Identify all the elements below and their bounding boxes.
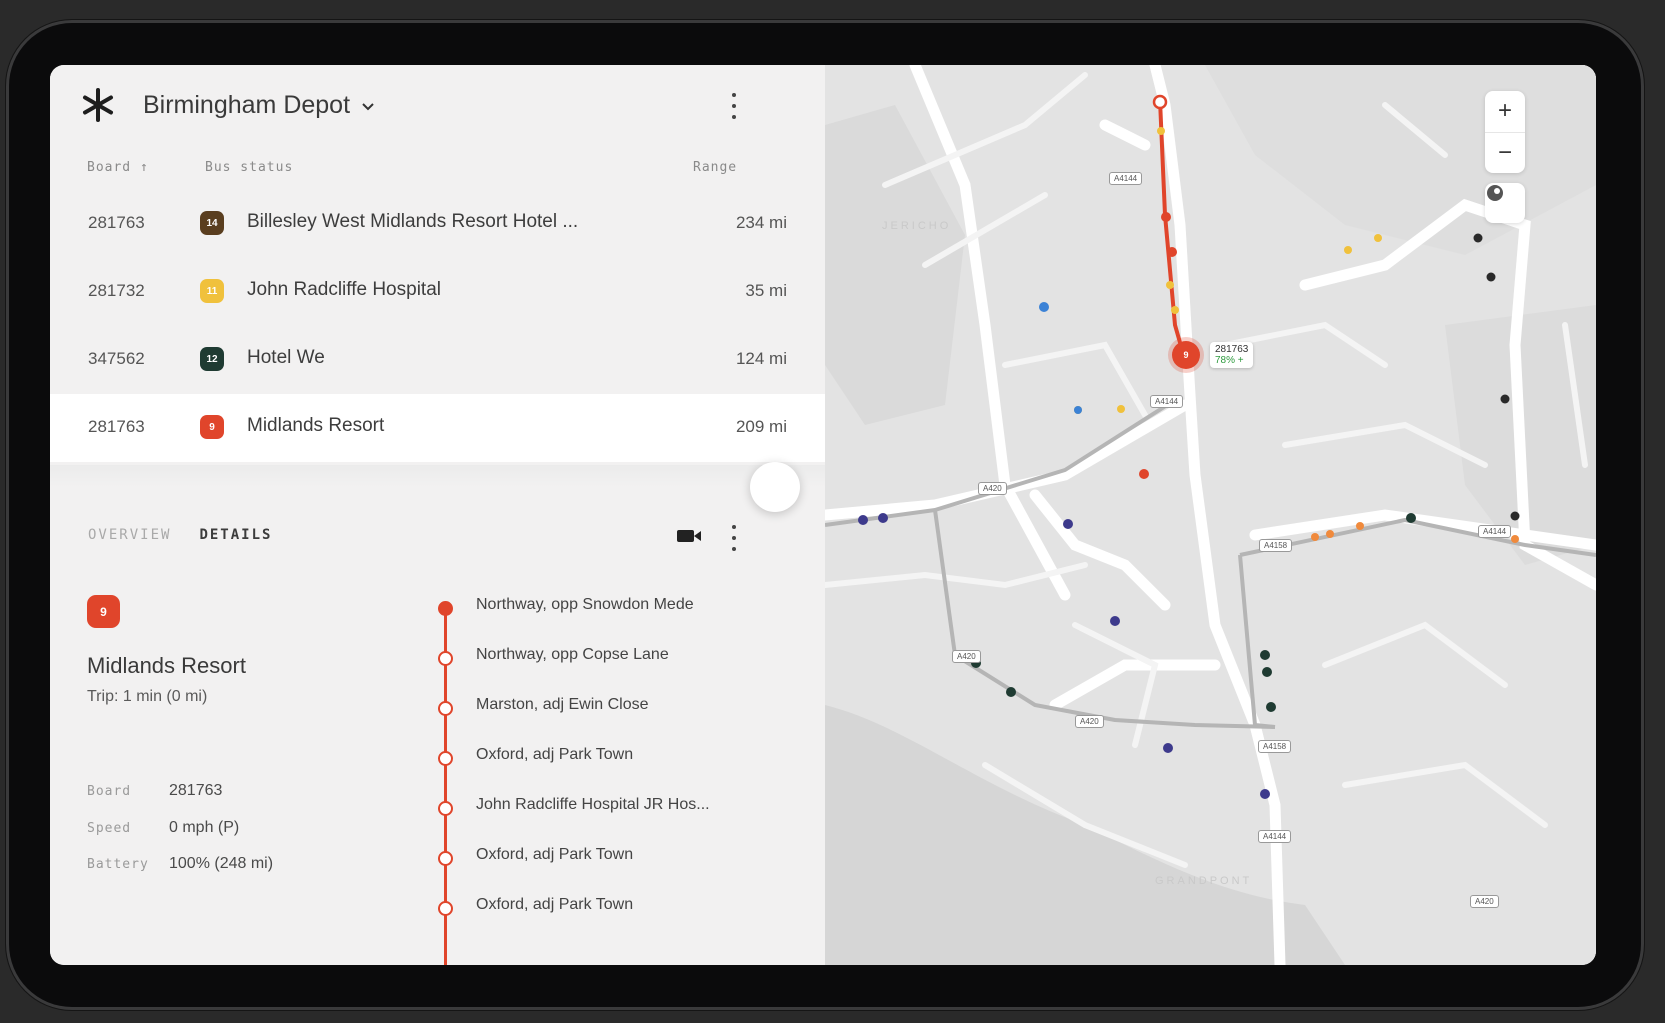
section-divider: [50, 465, 825, 487]
board-number: 347562: [88, 349, 145, 368]
stop-dot: [438, 701, 453, 716]
speed-value: 0 mph (P): [169, 819, 240, 836]
stop-dot: [438, 651, 453, 666]
board-info: Board 281763: [87, 782, 222, 800]
stop-name: Oxford, adj Park Town: [476, 846, 634, 863]
range-value: 234 mi: [735, 213, 787, 232]
stop-item[interactable]: Northway, opp Copse Lane: [430, 643, 825, 673]
column-header-board[interactable]: Board ↑: [87, 160, 149, 175]
stop-item[interactable]: Marston, adj Ewin Close: [430, 693, 825, 723]
bus-row[interactable]: 281732 11 John Radcliffe Hospital 35 mi: [50, 258, 825, 326]
stop-current-dot: [438, 601, 453, 616]
road-label: A4144: [1258, 830, 1292, 843]
speed-label: Speed: [87, 821, 132, 836]
trip-destination-title: Midlands Resort: [87, 653, 246, 678]
video-camera-icon[interactable]: [676, 528, 702, 544]
left-panel: Birmingham Depot Board ↑ Bus status Rang…: [50, 65, 825, 965]
stop-dot: [438, 801, 453, 816]
tab-details[interactable]: DETAILS: [199, 527, 272, 543]
bus-row[interactable]: 281763 14 Billesley West Midlands Resort…: [50, 190, 825, 258]
destination: John Radcliffe Hospital: [247, 279, 441, 300]
road-label: A420: [978, 482, 1007, 495]
stop-name: Northway, opp Snowdon Mede: [476, 596, 694, 613]
route-badge: 14: [200, 211, 224, 235]
route-badge: 12: [200, 347, 224, 371]
stop-item[interactable]: Oxford, adj Park Town: [430, 893, 825, 923]
column-header-bus-status[interactable]: Bus status: [205, 160, 293, 175]
road-label: A4144: [1478, 525, 1512, 538]
bus-callout[interactable]: 281763 78% +: [1210, 342, 1254, 368]
stop-name: Marston, adj Ewin Close: [476, 696, 649, 713]
route-badge: 11: [200, 279, 224, 303]
range-value: 209 mi: [735, 417, 787, 436]
bus-row[interactable]: 347562 12 Hotel We 124 mi: [50, 326, 825, 394]
zoom-out-button[interactable]: −: [1485, 133, 1525, 174]
header: Birmingham Depot: [50, 65, 825, 145]
range-value: 35 mi: [745, 281, 787, 300]
area-label: JERICHO: [882, 220, 952, 232]
stop-item[interactable]: Oxford, adj Park Town: [430, 843, 825, 873]
speed-info: Speed 0 mph (P): [87, 819, 239, 837]
bus-callout-battery: 78% +: [1215, 355, 1244, 366]
stop-dot: [438, 901, 453, 916]
map-canvas: [825, 65, 1596, 965]
bus-callout-id: 281763: [1215, 344, 1249, 355]
bus-row-selected[interactable]: 281763 9 Midlands Resort 209 mi: [50, 394, 825, 462]
bus-location-marker[interactable]: 9: [1172, 341, 1200, 369]
route-badge-large: 9: [87, 595, 120, 628]
asterisk-logo-icon: [83, 88, 113, 122]
road-label: A420: [1470, 895, 1499, 908]
zoom-controls: + −: [1485, 91, 1525, 173]
stop-name: Oxford, adj Park Town: [476, 746, 634, 763]
stop-item[interactable]: John Radcliffe Hospital JR Hos...: [430, 793, 825, 823]
destination: Hotel We: [247, 347, 325, 368]
detail-more-options-icon[interactable]: [730, 525, 738, 551]
zoom-in-button[interactable]: +: [1485, 91, 1525, 133]
depot-selector[interactable]: Birmingham Depot: [143, 91, 376, 120]
chevron-down-icon: [362, 102, 374, 110]
road-label: A4158: [1259, 539, 1293, 552]
range-value: 124 mi: [735, 349, 787, 368]
stop-timeline: Northway, opp Snowdon Mede Northway, opp…: [430, 593, 825, 965]
destination: Midlands Resort: [247, 415, 385, 436]
destination: Billesley West Midlands Resort Hotel ...: [247, 211, 579, 232]
stop-dot: [438, 751, 453, 766]
layers-button[interactable]: [1485, 183, 1525, 223]
more-options-icon[interactable]: [730, 93, 738, 119]
battery-value: 100% (248 mi): [169, 855, 274, 872]
layers-icon: [1487, 185, 1503, 201]
board-value: 281763: [169, 782, 223, 799]
bus-list: 281763 14 Billesley West Midlands Resort…: [50, 190, 825, 462]
road-label: A4144: [1150, 395, 1184, 408]
board-number: 281763: [88, 417, 145, 436]
column-header-range[interactable]: Range: [693, 160, 737, 175]
tab-overview[interactable]: OVERVIEW: [88, 527, 171, 543]
trip-summary: Trip: 1 min (0 mi): [87, 688, 208, 705]
road-label: A420: [1075, 715, 1104, 728]
road-label: A420: [952, 650, 981, 663]
battery-info: Battery 100% (248 mi): [87, 855, 273, 873]
detail-tabs: OVERVIEW DETAILS: [88, 527, 272, 543]
road-label: A4144: [1109, 172, 1143, 185]
stop-item[interactable]: Oxford, adj Park Town: [430, 743, 825, 773]
stop-name: John Radcliffe Hospital JR Hos...: [476, 796, 710, 813]
panel-resize-handle[interactable]: [750, 462, 800, 512]
battery-label: Battery: [87, 857, 149, 872]
stop-name: Oxford, adj Park Town: [476, 896, 634, 913]
road-label: A4158: [1258, 740, 1292, 753]
app-screen: Birmingham Depot Board ↑ Bus status Rang…: [50, 65, 1596, 965]
board-label: Board: [87, 784, 132, 799]
board-number: 281732: [88, 281, 145, 300]
map-view[interactable]: JERICHO GRANDPONT A4144 A4144 A420 A4158…: [825, 65, 1596, 965]
stop-dot: [438, 851, 453, 866]
depot-name: Birmingham Depot: [143, 91, 351, 119]
stop-name: Northway, opp Copse Lane: [476, 646, 669, 663]
stop-item[interactable]: Northway, opp Snowdon Mede: [430, 593, 825, 623]
route-badge: 9: [200, 415, 224, 439]
area-label: GRANDPONT: [1155, 875, 1253, 887]
board-number: 281763: [88, 213, 145, 232]
